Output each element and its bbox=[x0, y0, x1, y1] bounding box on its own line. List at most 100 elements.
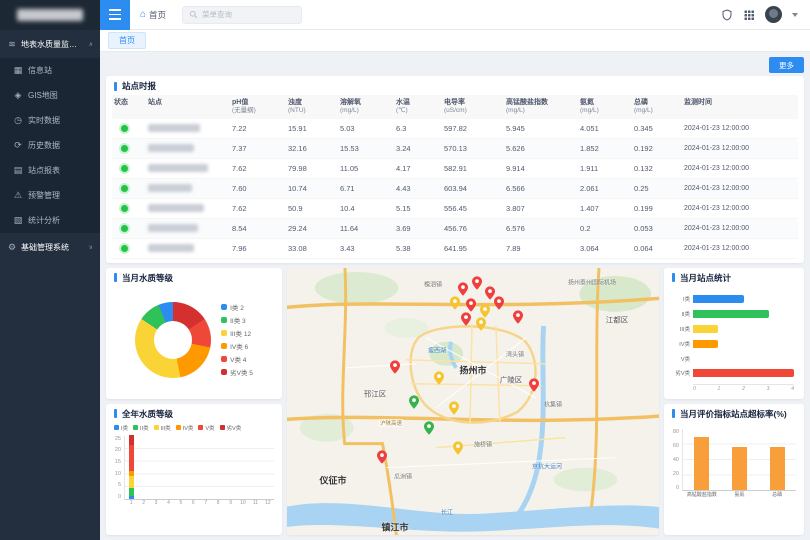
map-panel: 槐泗镇扬州泰州国际机场江都区湾头镇瘦西湖扬州市邗江区广陵区杭集镇沪陕高速施桥镇京… bbox=[287, 268, 659, 535]
legend-item[interactable]: I类 bbox=[114, 424, 128, 432]
status-dot-green bbox=[121, 245, 128, 252]
map-pin-red[interactable] bbox=[529, 378, 539, 394]
apps-grid-icon[interactable] bbox=[743, 9, 755, 21]
bar-column[interactable]: 4 bbox=[162, 436, 174, 499]
sidebar-item-label: 站点报表 bbox=[28, 165, 60, 176]
search-input[interactable] bbox=[202, 10, 295, 19]
right-column: 当月站点统计 I类II类III类IV类V类劣V类01234 当月评价指标站点超标… bbox=[664, 268, 804, 535]
cell-time: 2024-01-23 12:00:00 bbox=[682, 159, 798, 178]
map-pin-red[interactable] bbox=[390, 360, 400, 376]
table-row[interactable]: 7.6010.746.714.43603.946.5662.0610.25202… bbox=[112, 179, 798, 199]
bar-row[interactable]: I类 bbox=[669, 295, 794, 303]
cell-value: 9.914 bbox=[504, 159, 578, 178]
map-pin-yellow[interactable] bbox=[434, 371, 444, 387]
bar-column[interactable]: 12 bbox=[262, 436, 274, 499]
table-row[interactable]: 7.2215.915.036.3597.825.9454.0510.345202… bbox=[112, 119, 798, 139]
legend-item[interactable]: IV类 6 bbox=[221, 341, 253, 351]
sidebar-item-station-report[interactable]: ▤站点报表 bbox=[0, 158, 100, 183]
cell-value: 10.4 bbox=[338, 199, 394, 218]
bar-row[interactable]: V类 bbox=[669, 355, 794, 363]
map-pin-green[interactable] bbox=[409, 395, 419, 411]
tab-home[interactable]: 首页 bbox=[108, 32, 146, 49]
shield-icon[interactable] bbox=[721, 9, 733, 21]
search-box[interactable] bbox=[182, 6, 302, 24]
info-station-icon: ▦ bbox=[13, 65, 23, 76]
cell-value: 11.64 bbox=[338, 219, 394, 238]
map-pin-yellow[interactable] bbox=[450, 296, 460, 312]
cell-time: 2024-01-23 12:00:00 bbox=[682, 219, 798, 238]
map-pin-yellow[interactable] bbox=[476, 317, 486, 333]
map-pin-red[interactable] bbox=[461, 312, 471, 328]
x-tick-label: 10 bbox=[240, 500, 246, 506]
sidebar-group-water-monitor[interactable]: ≋ 地表水质量监测系统 ∧ bbox=[0, 30, 100, 58]
title-accent-bar bbox=[672, 409, 675, 418]
plot-area: 高锰酸盐指数 氨氮总磷 bbox=[682, 429, 796, 491]
bar-row[interactable]: II类 bbox=[669, 310, 794, 318]
legend-item[interactable]: III类 12 bbox=[221, 328, 253, 338]
bar[interactable]: 氨氮 bbox=[732, 429, 747, 490]
table-row[interactable]: 7.6279.9811.054.17582.919.9141.9110.1322… bbox=[112, 159, 798, 179]
table-row[interactable]: 7.3732.1615.533.24570.135.6261.8520.1922… bbox=[112, 139, 798, 159]
bar-column[interactable]: 9 bbox=[224, 436, 236, 499]
table-row[interactable]: 8.5429.2411.643.69456.766.5760.20.053202… bbox=[112, 219, 798, 239]
map-pin-yellow[interactable] bbox=[449, 401, 459, 417]
legend-item[interactable]: V类 4 bbox=[221, 354, 253, 364]
column-header: 浊度(NTU) bbox=[286, 95, 338, 119]
bar-column[interactable]: 3 bbox=[150, 436, 162, 499]
chevron-down-icon[interactable] bbox=[792, 13, 798, 17]
bar-column[interactable]: 5 bbox=[175, 436, 187, 499]
legend-item[interactable]: 劣V类 5 bbox=[221, 367, 253, 377]
legend-item[interactable]: IV类 bbox=[176, 424, 194, 432]
legend-item[interactable]: V类 bbox=[198, 424, 214, 432]
sidebar-item-stats-analysis[interactable]: ▧统计分析 bbox=[0, 208, 100, 233]
bar-row[interactable]: IV类 bbox=[669, 340, 794, 348]
column-header: 氨氮(mg/L) bbox=[578, 95, 632, 119]
legend-item[interactable]: II类 bbox=[133, 424, 149, 432]
bar-column[interactable]: 1 bbox=[125, 436, 137, 499]
donut-chart[interactable] bbox=[135, 302, 211, 378]
sidebar-menu: ▦信息站 ◈GIS地图 ◷实时数据 ⟳历史数据 ▤站点报表 ⚠预警管理 ▧统计分… bbox=[0, 58, 100, 233]
bar-column[interactable]: 11 bbox=[249, 436, 261, 499]
x-tick-label: 12 bbox=[265, 500, 271, 506]
sidebar-item-history-data[interactable]: ⟳历史数据 bbox=[0, 133, 100, 158]
year-chart[interactable]: 2520151050123456789101112 bbox=[106, 434, 282, 535]
x-tick-label: 6 bbox=[192, 500, 195, 506]
menu-toggle-button[interactable] bbox=[100, 0, 130, 30]
legend-item[interactable]: I类 2 bbox=[221, 302, 253, 312]
sidebar-item-warning-manage[interactable]: ⚠预警管理 bbox=[0, 183, 100, 208]
bar-column[interactable]: 8 bbox=[212, 436, 224, 499]
sidebar-item-info-station[interactable]: ▦信息站 bbox=[0, 58, 100, 83]
avatar[interactable] bbox=[765, 6, 782, 23]
hbar-chart[interactable]: I类II类III类IV类V类劣V类01234 bbox=[664, 287, 804, 399]
sidebar-item-gis-map[interactable]: ◈GIS地图 bbox=[0, 83, 100, 108]
table-row[interactable]: 7.6250.910.45.15556.453.8071.4070.199202… bbox=[112, 199, 798, 219]
vbar-chart[interactable]: 806040200高锰酸盐指数氨氮总磷 bbox=[664, 423, 804, 535]
sidebar-group-base-manage[interactable]: ⚙ 基础管理系统 ∨ bbox=[0, 233, 100, 261]
table-row[interactable]: 7.9633.083.435.38641.957.893.0640.064202… bbox=[112, 239, 798, 259]
map-pin-green[interactable] bbox=[424, 421, 434, 437]
bar[interactable]: 总磷 bbox=[770, 429, 785, 490]
cell-value: 8.54 bbox=[230, 219, 286, 238]
panel-title: 站点时报 bbox=[122, 80, 156, 92]
bar-row[interactable]: III类 bbox=[669, 325, 794, 333]
bar-row[interactable]: 劣V类 bbox=[669, 369, 794, 377]
breadcrumb[interactable]: ⌂ 首页 bbox=[140, 9, 166, 21]
bar-column[interactable]: 7 bbox=[200, 436, 212, 499]
month-stats-panel: 当月站点统计 I类II类III类IV类V类劣V类01234 bbox=[664, 268, 804, 399]
map[interactable]: 槐泗镇扬州泰州国际机场江都区湾头镇瘦西湖扬州市邗江区广陵区杭集镇沪陕高速施桥镇京… bbox=[287, 268, 659, 535]
map-pin-yellow[interactable] bbox=[453, 441, 463, 457]
legend-item[interactable]: II类 3 bbox=[221, 315, 253, 325]
more-button[interactable]: 更多 bbox=[769, 57, 804, 73]
legend-item[interactable]: 劣V类 bbox=[220, 424, 242, 432]
map-pin-red[interactable] bbox=[472, 276, 482, 292]
map-pin-red[interactable] bbox=[377, 450, 387, 466]
map-pin-red[interactable] bbox=[513, 310, 523, 326]
legend-item[interactable]: III类 bbox=[154, 424, 171, 432]
sidebar-item-realtime-data[interactable]: ◷实时数据 bbox=[0, 108, 100, 133]
bar-column[interactable]: 6 bbox=[187, 436, 199, 499]
bar-column[interactable]: 2 bbox=[137, 436, 149, 499]
bar[interactable]: 高锰酸盐指数 bbox=[694, 429, 709, 490]
bar-column[interactable]: 10 bbox=[237, 436, 249, 499]
cell-value: 0.132 bbox=[632, 159, 682, 178]
map-pin-red[interactable] bbox=[494, 296, 504, 312]
